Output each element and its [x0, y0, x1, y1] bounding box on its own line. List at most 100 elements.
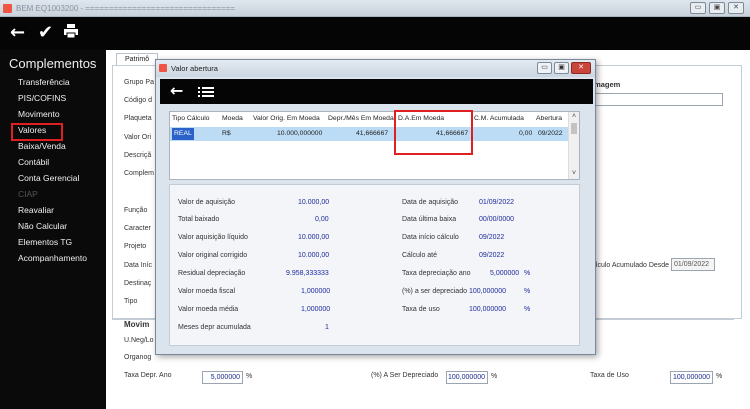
col-valor-orig[interactable]: Valor Orig. Em Moeda [253, 112, 320, 126]
field-label-projeto: Projeto [124, 243, 147, 250]
residual-depreciacao-value: 9.958,333333 [286, 270, 329, 277]
dialog-maximize-button[interactable]: ▣ [554, 62, 569, 74]
grid-scrollbar[interactable]: ˄ ˅ [568, 112, 579, 179]
sidebar: Complementos Transferência PIS/COFINS Mo… [0, 50, 106, 409]
dialog-minimize-button[interactable]: ▭ [537, 62, 552, 74]
printer-icon-graphic [64, 24, 78, 39]
calculo-ate-label: Cálculo até [402, 252, 438, 259]
list-icon-graphic [198, 87, 214, 97]
sidebar-item-valores[interactable]: Valores [11, 122, 106, 141]
check-icon[interactable]: ✔ [38, 23, 53, 43]
sidebar-item-ciap: CIAP [18, 189, 38, 199]
col-tipo-calculo[interactable]: Tipo Cálculo [172, 112, 210, 126]
valor-original-corrigido-value: 10.000,00 [298, 252, 330, 259]
valor-aquisicao-value: 10.000,00 [298, 199, 330, 206]
valor-aquisicao-label: Valor de aquisição [178, 199, 236, 206]
scroll-thumb[interactable] [571, 123, 577, 134]
valor-abertura-dialog: Valor abertura ▭ ▣ ✕ ← Tipo Cálculo Moed… [155, 59, 596, 355]
imagem-label: Imagem [592, 80, 621, 89]
taxa-uso-label: Taxa de Uso [590, 372, 629, 379]
pct-ser-depreciado-dlg-label: (%) a ser depreciado [402, 288, 467, 295]
field-label-complemento: Complem [124, 170, 154, 177]
window-controls: ▭ ▣ ✕ [690, 2, 744, 14]
taxa-uso-percent: % [716, 373, 723, 380]
data-inicio-calculo-value: 09/2022 [479, 234, 505, 241]
chevron-up-icon[interactable]: ˄ [569, 112, 579, 122]
data-aquisicao-label: Data de aquisição [402, 199, 459, 206]
field-label-plaqueta: Plaqueta [124, 115, 152, 122]
dialog-titlebar: Valor abertura ▭ ▣ ✕ [156, 60, 595, 77]
grid-header: Tipo Cálculo Moeda Valor Orig. Em Moeda … [170, 112, 568, 126]
tab-patrimonio[interactable]: Patrimô [116, 53, 159, 65]
sidebar-heading: Complementos [9, 56, 97, 71]
sidebar-item-movimento[interactable]: Movimento [18, 106, 106, 122]
sidebar-item-acompanhamento[interactable]: Acompanhamento [18, 250, 106, 266]
cell-valor-orig[interactable]: 10.000,000000 [277, 127, 322, 141]
pct-ser-depreciado-label: (%) A Ser Depreciado [371, 372, 439, 379]
minimize-button[interactable]: ▭ [690, 2, 706, 14]
field-label-codigo: Código d [124, 97, 153, 104]
pct-ser-depreciado-dlg-percent: % [524, 288, 531, 295]
movimento-title: Movim [124, 320, 150, 329]
taxa-depreciacao-ano-percent: % [524, 270, 531, 277]
cell-moeda[interactable]: R$ [222, 127, 231, 141]
list-icon[interactable] [198, 84, 214, 102]
sidebar-item-nao-calcular[interactable]: Não Calcular [18, 218, 106, 234]
cell-tipo-calculo[interactable]: REAL [172, 128, 194, 140]
cell-depr-mes[interactable]: 41,666667 [356, 127, 388, 141]
total-baixado-value: 0,00 [315, 216, 329, 223]
dialog-app-icon [159, 64, 167, 72]
sidebar-item-contabil[interactable]: Contábil [18, 154, 106, 170]
dialog-toolbar: ← [160, 79, 593, 104]
close-button[interactable]: ✕ [728, 2, 744, 14]
cell-cm-acumulada[interactable]: 0,00 [519, 127, 532, 141]
table-row[interactable]: REAL R$ 10.000,000000 41,666667 41,66666… [170, 127, 568, 141]
main-toolbar: ← ✔ [0, 17, 750, 50]
field-label-organograma: Organog [124, 354, 152, 361]
calculo-acumulado-desde-label: álculo Acumulado Desde [592, 262, 670, 269]
field-label-destinacao: Destinaç [124, 280, 152, 287]
pct-ser-depreciado-dlg-value: 100,000000 [469, 288, 506, 295]
cell-abertura[interactable]: 09/2022 [538, 127, 563, 141]
chevron-down-icon[interactable]: ˅ [569, 169, 579, 179]
valor-aquisicao-liquido-label: Valor aquisição líquido [178, 234, 248, 241]
col-moeda[interactable]: Moeda [222, 112, 243, 126]
maximize-button[interactable]: ▣ [709, 2, 725, 14]
abertura-grid: Tipo Cálculo Moeda Valor Orig. Em Moeda … [169, 111, 580, 180]
taxa-depr-ano-label: Taxa Depr. Ano [124, 372, 172, 379]
imagem-field[interactable] [592, 93, 723, 106]
field-label-valor-original: Valor Ori [124, 134, 152, 141]
sidebar-item-conta-gerencial[interactable]: Conta Gerencial [18, 170, 106, 186]
calculo-ate-value: 09/2022 [479, 252, 505, 259]
arrow-left-icon[interactable]: ← [10, 23, 25, 43]
taxa-uso-dlg-percent: % [524, 306, 531, 313]
residual-depreciacao-label: Residual depreciação [178, 270, 246, 277]
col-depr-mes[interactable]: Depr./Mês Em Moeda [328, 112, 394, 126]
total-baixado-label: Total baixado [178, 216, 220, 223]
arrow-left-icon[interactable]: ← [170, 82, 183, 100]
col-cm-acumulada[interactable]: C.M. Acumulada [474, 112, 524, 126]
data-aquisicao-value: 01/09/2022 [479, 199, 515, 206]
col-abertura[interactable]: Abertura [536, 112, 562, 126]
field-label-funcao: Função [124, 207, 148, 214]
dialog-close-button[interactable]: ✕ [571, 62, 591, 74]
highlight-annotation [394, 110, 473, 155]
calculo-acumulado-desde-field[interactable]: 01/09/2022 [671, 258, 715, 271]
dialog-window-controls: ▭ ▣ ✕ [537, 62, 591, 74]
sidebar-item-elementos-tg[interactable]: Elementos TG [18, 234, 106, 250]
taxa-uso-dlg-value: 100,000000 [469, 306, 506, 313]
printer-icon[interactable] [64, 23, 78, 44]
app-icon [3, 4, 12, 13]
window-titlebar: BEM EQ1003200 - ========================… [0, 0, 750, 17]
sidebar-item-pis-cofins[interactable]: PIS/COFINS [18, 90, 106, 106]
details-panel: Valor de aquisição 10.000,00 Total baixa… [169, 184, 580, 346]
sidebar-item-transferencia[interactable]: Transferência [18, 74, 106, 90]
taxa-uso-dlg-label: Taxa de uso [402, 306, 440, 313]
sidebar-item-reavaliar[interactable]: Reavaliar [18, 202, 106, 218]
taxa-uso-field[interactable]: 100,000000 [670, 371, 713, 384]
taxa-depr-ano-field[interactable]: 5,000000 [202, 371, 243, 384]
pct-ser-depreciado-percent: % [491, 373, 498, 380]
valor-moeda-fiscal-label: Valor moeda fiscal [178, 288, 236, 295]
pct-ser-depreciado-field[interactable]: 100,000000 [446, 371, 488, 384]
valor-moeda-media-value: 1,000000 [301, 306, 331, 313]
